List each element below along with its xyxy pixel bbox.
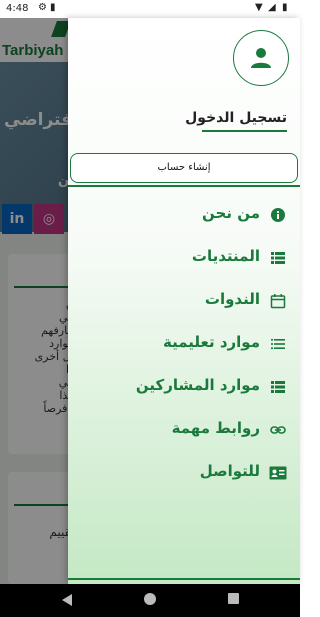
menu-label: روابط مهمة	[171, 419, 260, 437]
back-icon[interactable]	[62, 594, 72, 606]
battery-icon: ▮	[282, 2, 288, 13]
menu-item-links[interactable]: روابط مهمة	[68, 413, 300, 445]
wifi-icon: ▼	[255, 2, 263, 13]
list-icon	[271, 381, 285, 393]
system-nav-bar	[0, 584, 300, 617]
home-icon[interactable]	[144, 593, 156, 605]
menu-item-forums[interactable]: المنتديات	[68, 241, 300, 273]
menu-item-seminars[interactable]: الندوات	[68, 284, 300, 316]
list-icon	[271, 252, 285, 264]
avatar[interactable]	[233, 30, 289, 86]
lines-icon	[271, 339, 285, 349]
navigation-drawer: تسجيل الدخول إنشاء حساب من نحن المنتديات…	[68, 18, 300, 584]
recent-apps-icon[interactable]	[228, 593, 239, 604]
calendar-icon	[270, 294, 286, 309]
signal-icon: ◢	[268, 2, 276, 13]
menu-item-participants[interactable]: موارد المشاركين	[68, 370, 300, 402]
drawer-bottom-rule	[68, 578, 300, 580]
menu-label: المنتديات	[191, 247, 260, 265]
login-underline	[202, 130, 287, 132]
menu-label: موارد المشاركين	[135, 376, 260, 394]
user-icon	[251, 48, 271, 68]
menu-label: موارد تعليمية	[162, 333, 260, 351]
info-icon	[271, 208, 285, 222]
menu-item-contact[interactable]: للتواصل	[68, 456, 300, 488]
link-icon	[270, 426, 286, 434]
menu-item-about[interactable]: من نحن	[68, 198, 300, 230]
menu-label: للتواصل	[199, 462, 260, 480]
sd-card-icon: ▮	[50, 2, 56, 13]
menu-item-resources[interactable]: موارد تعليمية	[68, 327, 300, 359]
status-bar: 4:48 ⚙ ▮ ▼ ◢ ▮	[0, 0, 300, 18]
menu-label: من نحن	[202, 204, 260, 222]
contact-card-icon	[269, 466, 287, 480]
menu-label: الندوات	[204, 290, 260, 308]
login-link[interactable]: تسجيل الدخول	[185, 110, 287, 126]
create-account-button[interactable]: إنشاء حساب	[70, 153, 298, 183]
status-time: 4:48	[6, 3, 29, 14]
settings-icon: ⚙	[38, 2, 47, 13]
drawer-divider	[68, 185, 300, 187]
